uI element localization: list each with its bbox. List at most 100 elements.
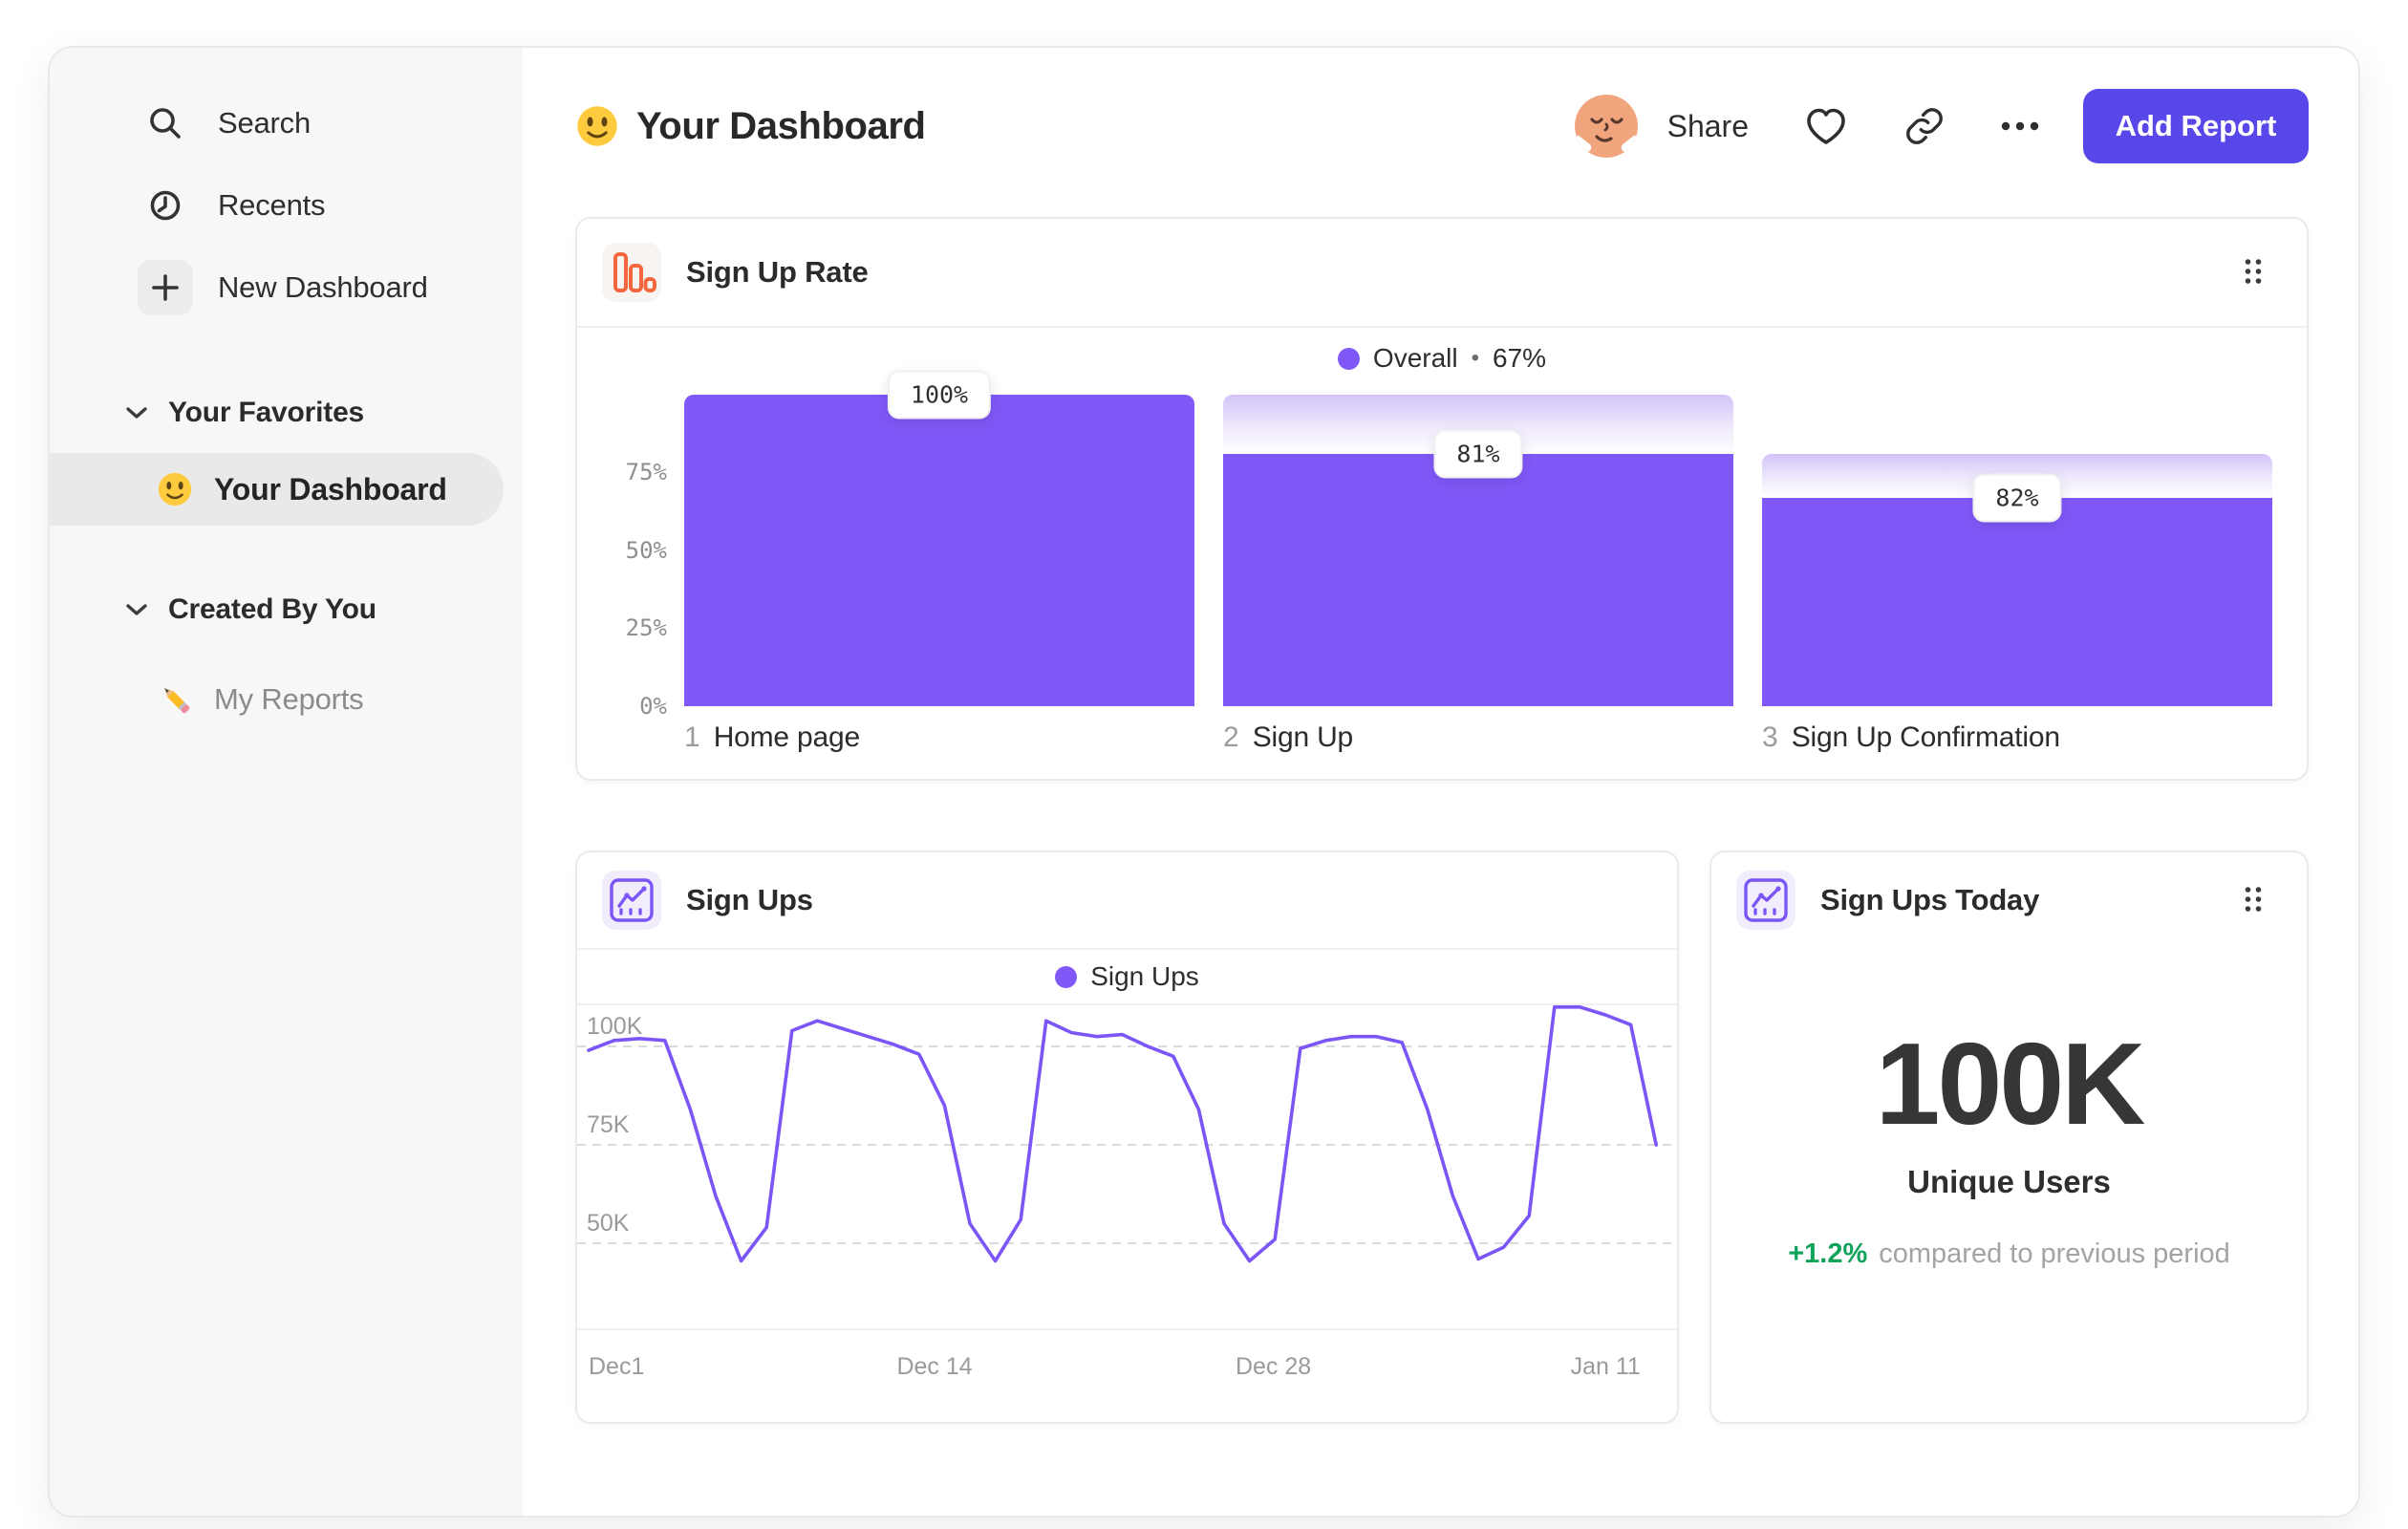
card-title: Sign Ups — [686, 883, 813, 916]
y-tick: 100K — [587, 1013, 643, 1040]
favorite-heart-button[interactable] — [1804, 105, 1848, 147]
y-tick: 25% — [625, 614, 667, 641]
card-title: Sign Ups Today — [1820, 883, 2040, 916]
funnel-value-badge: 81% — [1433, 429, 1523, 479]
legend-dot — [1337, 347, 1360, 370]
signups-card: Sign Ups Sign Ups 100K 75K 50K Dec1 Dec … — [575, 851, 1679, 1424]
sidebar-item-my-reports[interactable]: My Reports — [50, 665, 523, 734]
funnel-bar-value — [684, 395, 1194, 706]
sidebar: Search Recents New Dashboard Your Favori — [50, 48, 523, 1516]
funnel-bar-value — [1223, 453, 1733, 706]
line-chart-svg — [577, 1005, 1677, 1263]
legend-separator: • — [1471, 345, 1480, 371]
funnel-step-sign-up: 81% 2 Sign Up — [1223, 395, 1733, 754]
y-tick: 75% — [625, 459, 667, 485]
signups-today-card-header: Sign Ups Today — [1711, 852, 2307, 948]
delta-value: +1.2% — [1788, 1238, 1868, 1269]
funnel-step-label: 1 Home page — [684, 721, 1194, 754]
step-name: Sign Up — [1252, 721, 1354, 753]
legend-value: 67% — [1493, 343, 1547, 373]
pencil-emoji-icon — [163, 687, 190, 714]
chevron-down-icon — [126, 406, 147, 419]
clock-icon — [138, 178, 193, 233]
y-tick: 75K — [587, 1111, 630, 1138]
funnel-bars: 100% 1 Home page 81% 2 Sign Up 82% 3 Sig… — [684, 370, 2272, 754]
legend-dot — [1055, 965, 1078, 988]
x-tick: Dec1 — [589, 1353, 645, 1380]
drag-handle-icon[interactable] — [2244, 258, 2263, 287]
funnel-chart-icon — [602, 243, 661, 302]
page-title-text: Your Dashboard — [636, 104, 926, 147]
signups-today-card: Sign Ups Today 100K Unique Users +1.2% co… — [1709, 851, 2309, 1424]
sidebar-item-label: My Reports — [214, 682, 364, 716]
funnel-y-axis: 75% 50% 25% 0% — [606, 395, 667, 720]
signup-rate-card-header: Sign Up Rate — [577, 219, 2307, 326]
metric-delta-row: +1.2% compared to previous period — [1711, 1238, 2307, 1270]
signup-rate-card: Sign Up Rate Overall • 67% 75% 50% 25% 0… — [575, 217, 2309, 781]
line-chart-x-axis: Dec1 Dec 14 Dec 28 Jan 11 — [577, 1328, 1677, 1397]
avatar[interactable] — [1574, 94, 1639, 159]
funnel-step-label: 3 Sign Up Confirmation — [1762, 721, 2272, 754]
legend-label: Sign Ups — [1090, 961, 1199, 991]
y-tick: 0% — [639, 693, 667, 720]
smiley-emoji-icon — [577, 106, 617, 146]
drag-handle-icon[interactable] — [2244, 886, 2263, 915]
line-chart-icon — [1736, 871, 1795, 930]
sidebar-item-label: Your Dashboard — [214, 471, 447, 506]
funnel-step-home-page: 100% 1 Home page — [684, 370, 1194, 754]
share-button[interactable]: Share — [1667, 109, 1749, 144]
step-number: 3 — [1762, 721, 1778, 753]
card-title: Sign Up Rate — [686, 255, 869, 289]
heart-icon — [1807, 108, 1845, 144]
metric-value: 100K — [1875, 1019, 2146, 1149]
funnel-chart: 75% 50% 25% 0% 100% 1 Home page 81% 2 Si… — [577, 370, 2307, 754]
funnel-bar[interactable]: 82% — [1762, 395, 2272, 706]
smiley-emoji-icon — [158, 472, 192, 506]
copy-link-button[interactable] — [1903, 105, 1946, 147]
dashboard-header: Your Dashboard Share Add Report — [575, 88, 2309, 164]
sidebar-section-label: Your Favorites — [168, 397, 365, 428]
funnel-bar-value — [1762, 497, 2272, 706]
main-content: Your Dashboard Share Add Report Sign Up … — [523, 48, 2358, 1516]
funnel-bar[interactable]: 81% — [1223, 395, 1733, 706]
plus-icon — [138, 260, 193, 315]
funnel-step-label: 2 Sign Up — [1223, 721, 1733, 754]
add-report-button[interactable]: Add Report — [2083, 89, 2309, 163]
sidebar-section-created-by-you[interactable]: Created By You — [50, 579, 523, 640]
sidebar-section-label: Created By You — [168, 593, 376, 625]
delta-description: compared to previous period — [1879, 1238, 2230, 1269]
y-tick: 50K — [587, 1210, 630, 1237]
sidebar-item-label: New Dashboard — [218, 270, 428, 304]
line-chart-plot[interactable]: 100K 75K 50K — [577, 1005, 1677, 1328]
ellipsis-icon — [2001, 121, 2039, 131]
step-number: 2 — [1223, 721, 1239, 753]
header-actions: Share Add Report — [1574, 89, 2309, 163]
signups-line — [587, 1005, 1658, 1263]
step-number: 1 — [684, 721, 700, 753]
funnel-legend: Overall • 67% — [577, 328, 2307, 389]
y-tick: 50% — [625, 537, 667, 564]
chevron-down-icon — [126, 603, 147, 615]
link-icon — [1906, 108, 1943, 144]
more-options-button[interactable] — [2001, 120, 2039, 132]
app-window: Search Recents New Dashboard Your Favori — [48, 46, 2360, 1518]
search-icon — [138, 96, 193, 151]
x-tick: Jan 11 — [1570, 1353, 1641, 1380]
page-title: Your Dashboard — [575, 104, 926, 148]
funnel-value-badge: 82% — [1972, 473, 2062, 523]
funnel-bar[interactable]: 100% — [684, 370, 1194, 706]
sidebar-item-recents[interactable]: Recents — [50, 164, 523, 247]
line-chart-icon — [602, 871, 661, 930]
step-name: Home page — [713, 721, 861, 753]
funnel-step-sign-up-confirmation: 82% 3 Sign Up Confirmation — [1762, 395, 2272, 754]
signups-card-header: Sign Ups — [577, 852, 1677, 948]
funnel-value-badge: 100% — [887, 370, 992, 420]
sidebar-item-your-dashboard[interactable]: Your Dashboard — [50, 453, 504, 526]
sidebar-item-label: Search — [218, 106, 312, 140]
sidebar-item-search[interactable]: Search — [50, 82, 523, 164]
sidebar-item-new-dashboard[interactable]: New Dashboard — [50, 247, 523, 329]
line-legend: Sign Ups — [577, 950, 1677, 1005]
sidebar-section-your-favorites[interactable]: Your Favorites — [50, 382, 523, 443]
sidebar-item-label: Recents — [218, 188, 326, 222]
legend-label: Overall — [1372, 343, 1458, 373]
